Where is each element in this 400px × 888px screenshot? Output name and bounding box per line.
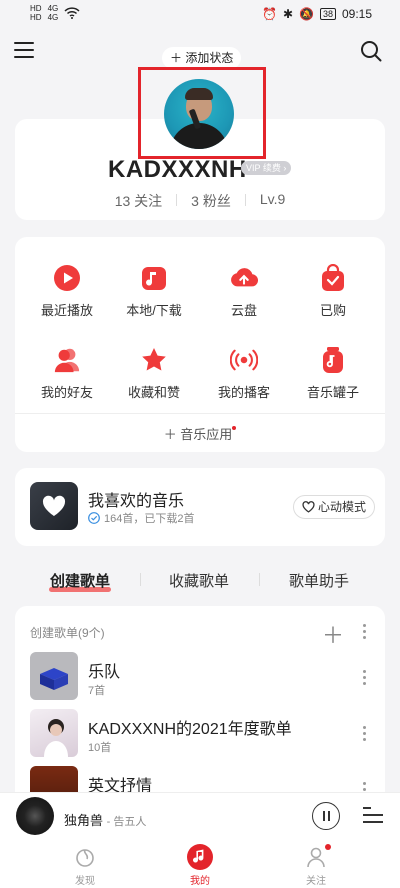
broadcast-icon (230, 346, 258, 374)
favorite-subtitle: 164首，已下载2首 (104, 513, 195, 525)
sim1-label: HD (30, 4, 42, 13)
music-app-label: ＋ 音乐应用 (163, 427, 233, 442)
bottom-nav: 发现 我的 关注 (0, 840, 400, 888)
grid-item-recent[interactable]: 最近播放 (27, 264, 107, 319)
grid-item-friends[interactable]: 我的好友 (27, 346, 107, 401)
list-item[interactable]: 乐队 7首 (30, 652, 370, 700)
purchased-bag-icon (319, 264, 347, 292)
grid-item-label: 收藏和赞 (127, 385, 180, 400)
mute-icon: 🔕 (299, 7, 314, 21)
discover-icon (72, 844, 98, 870)
tab-playlist-assistant[interactable]: 歌单助手 (289, 570, 349, 591)
followers-count[interactable]: 3 粉丝 (191, 191, 231, 211)
net1-label: 4G (47, 4, 59, 13)
heart-mode-label: 心动模式 (318, 500, 367, 514)
add-playlist-icon[interactable]: ＋ (322, 618, 344, 650)
album-disc[interactable] (16, 797, 54, 835)
wifi-icon (64, 7, 80, 19)
grid-item-label: 最近播放 (40, 303, 93, 318)
mini-player[interactable]: 独角兽 - 告五人 (0, 792, 400, 840)
alarm-icon: ⏰ (261, 7, 277, 21)
sim2-label: HD (30, 13, 42, 22)
grid-item-music-jar[interactable]: 音乐罐子 (293, 346, 373, 401)
more-icon[interactable] (363, 726, 367, 744)
vip-badge[interactable]: VIP 续费 › (241, 161, 292, 175)
favorite-title[interactable]: 我喜欢的音乐 (88, 487, 184, 511)
more-icon[interactable] (363, 670, 367, 688)
playlist-count: 7首 (88, 685, 106, 697)
nav-label: 我的 (190, 876, 210, 887)
playlist-section-header: 创建歌单(9个) (30, 626, 105, 640)
add-status-button[interactable]: ＋ 添加状态 (162, 47, 242, 69)
song-artist: - 告五人 (106, 816, 147, 828)
notification-dot (325, 844, 331, 850)
grid-item-favorites[interactable]: 收藏和赞 (114, 346, 194, 401)
playlist-name: KADXXXNH的2021年度歌单 (88, 721, 292, 738)
music-app-button[interactable]: ＋ 音乐应用 (0, 424, 400, 443)
pause-button[interactable] (312, 802, 340, 830)
song-title: 独角兽 (64, 813, 104, 828)
net2-label: 4G (47, 13, 59, 22)
status-bar: HD HD 4G 4G ⏰ ✱ 🔕 38 09:15 (0, 0, 400, 30)
highlight-box (138, 67, 266, 159)
nav-follow[interactable]: 关注 (286, 844, 346, 887)
grid-item-purchased[interactable]: 已购 (293, 264, 373, 319)
playlist-name: 乐队 (88, 664, 121, 681)
grid-item-label: 云盘 (230, 303, 257, 318)
tab-collected-playlists[interactable]: 收藏歌单 (169, 570, 229, 591)
grid-item-label: 我的好友 (40, 385, 93, 400)
tab-created-playlists[interactable]: 创建歌单 (50, 570, 110, 591)
grid-item-local-download[interactable]: 本地/下载 (114, 264, 194, 319)
grid-item-cloud[interactable]: 云盘 (204, 264, 284, 319)
playlist-cover (30, 652, 78, 700)
grid-item-label: 音乐罐子 (306, 385, 359, 400)
notification-dot (232, 426, 237, 430)
profile-stats: 13 关注 3 粉丝 Lv.9 (0, 191, 400, 211)
playlist-section-more-icon[interactable] (363, 624, 367, 642)
downloaded-check-icon (88, 512, 100, 524)
nav-discover[interactable]: 发现 (55, 844, 115, 887)
heart-icon (42, 495, 66, 516)
star-icon (140, 346, 168, 374)
music-note-icon (140, 264, 168, 292)
grid-item-podcast[interactable]: 我的播客 (204, 346, 284, 401)
play-icon (53, 264, 81, 292)
grid-item-label: 我的播客 (217, 385, 270, 400)
nav-my-music[interactable]: 我的 (170, 844, 230, 887)
follow-icon (303, 844, 331, 870)
friends-icon (53, 346, 81, 374)
divider (15, 413, 385, 414)
playlist-cover (30, 709, 78, 757)
heart-outline-icon (302, 501, 315, 513)
grid-item-label: 本地/下载 (126, 303, 182, 318)
following-count[interactable]: 13 关注 (115, 191, 162, 211)
music-jar-icon (319, 346, 347, 374)
menu-icon[interactable] (14, 42, 34, 60)
battery-indicator: 38 (319, 8, 336, 20)
playlist-queue-icon[interactable] (363, 807, 383, 828)
favorite-cover[interactable] (30, 482, 78, 530)
search-icon[interactable] (360, 40, 382, 62)
clock: 09:15 (341, 7, 372, 21)
bluetooth-icon: ✱ (282, 7, 293, 21)
grid-item-label: 已购 (319, 303, 346, 318)
playlist-count: 10首 (88, 742, 112, 754)
username[interactable]: KADXXXNH (108, 156, 247, 184)
my-music-icon (187, 844, 213, 870)
cloud-upload-icon (230, 264, 258, 292)
nav-label: 发现 (75, 876, 95, 887)
heart-mode-button[interactable]: 心动模式 (293, 495, 376, 519)
user-level[interactable]: Lv.9 (260, 191, 285, 211)
nav-label: 关注 (306, 876, 326, 887)
list-item[interactable]: KADXXXNH的2021年度歌单 10首 (30, 709, 370, 757)
